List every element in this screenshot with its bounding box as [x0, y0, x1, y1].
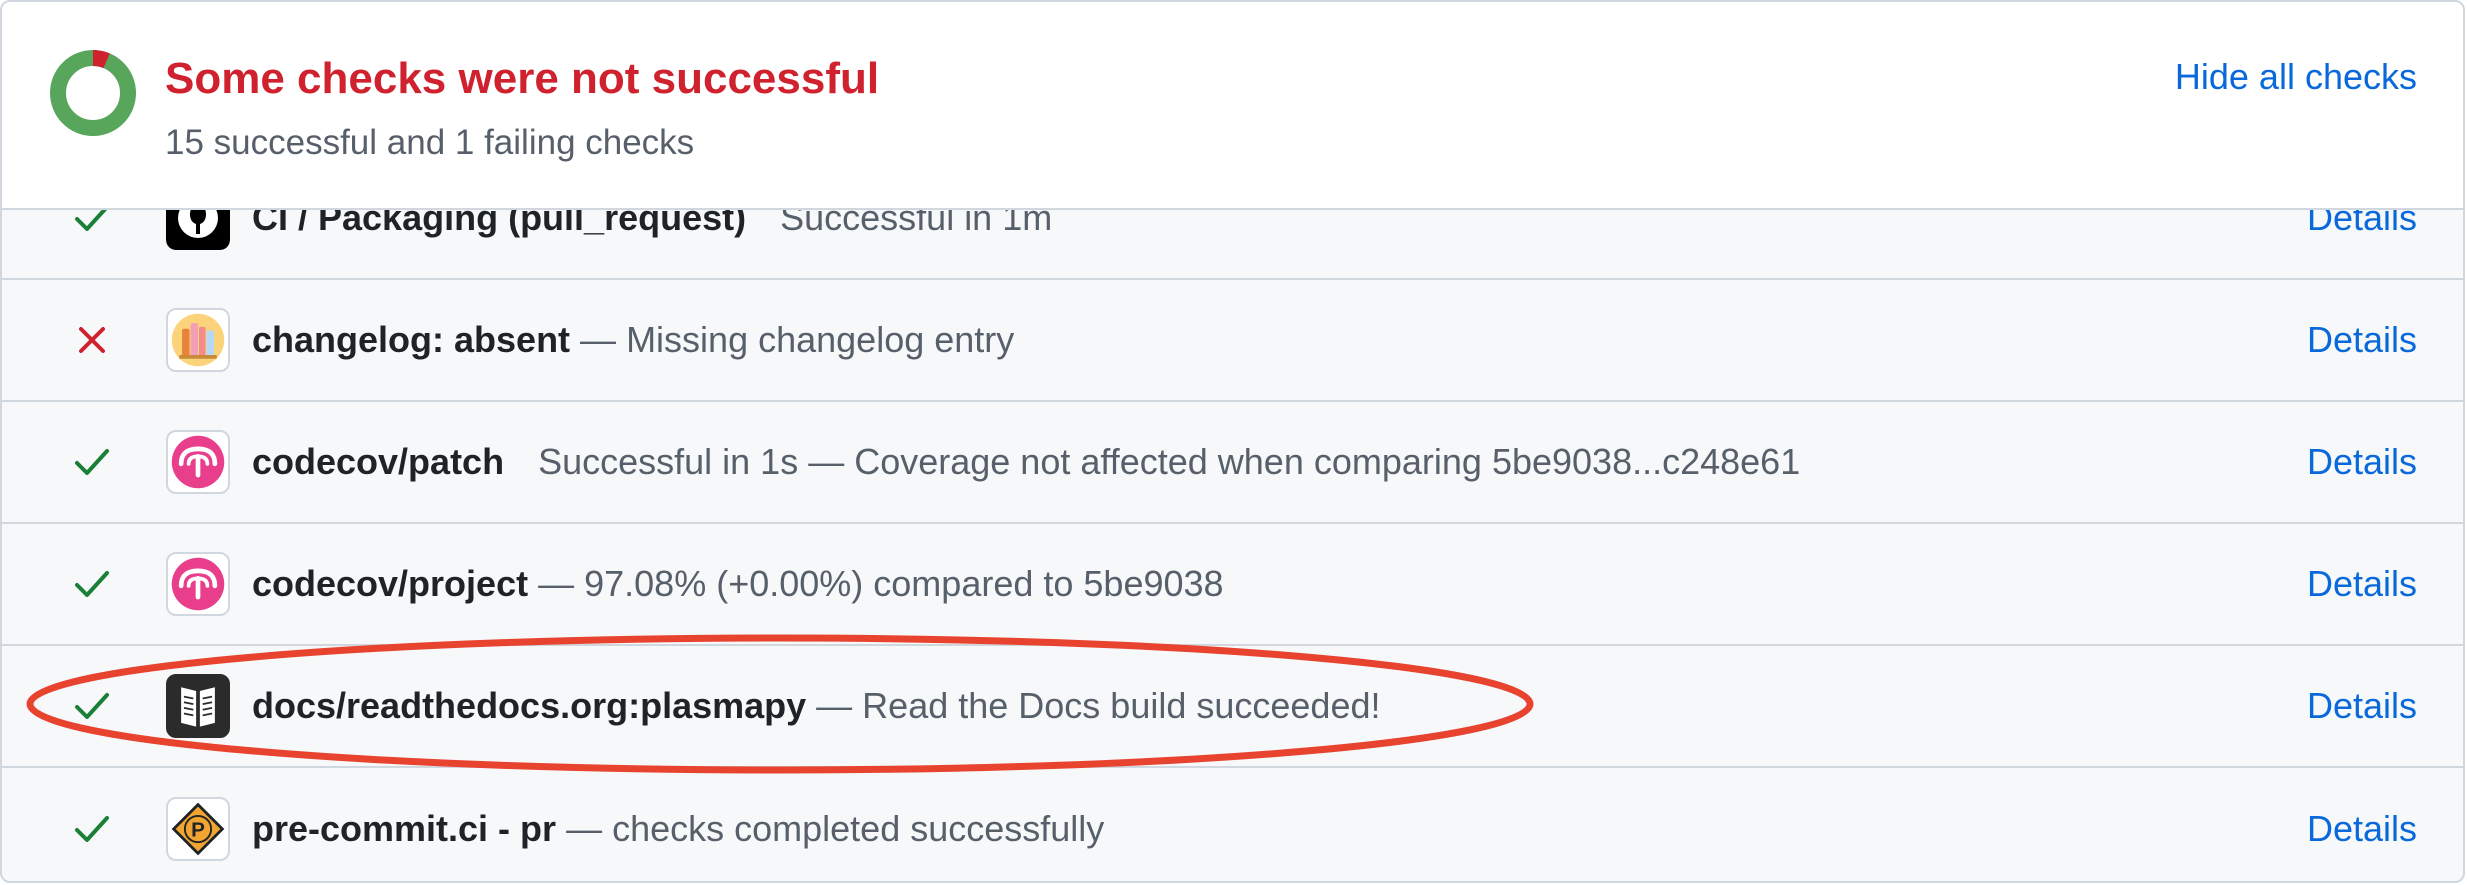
- check-row-readthedocs: docs/readthedocs.org:plasmapy — Read the…: [2, 646, 2463, 768]
- check-details-link[interactable]: Details: [2307, 563, 2417, 605]
- check-separator: —: [806, 685, 863, 726]
- check-success-icon: [75, 571, 109, 597]
- check-separator: —: [570, 319, 627, 360]
- check-text: codecov/patch Successful in 1s — Coverage…: [252, 441, 1800, 483]
- check-text: changelog: absent — Missing changelog en…: [252, 319, 1014, 361]
- check-success-icon: [75, 816, 109, 842]
- check-text: pre-commit.ci - pr — checks completed su…: [252, 808, 1104, 850]
- check-row-changelog: changelog: absent — Missing changelog en…: [2, 280, 2463, 402]
- hide-all-checks-link[interactable]: Hide all checks: [2175, 56, 2417, 98]
- checks-title: Some checks were not successful: [165, 54, 880, 103]
- books-icon: [166, 308, 230, 372]
- check-details-link[interactable]: Details: [2307, 808, 2417, 850]
- check-row-pre-commit: P pre-commit.ci - pr — checks completed …: [2, 768, 2463, 881]
- readthedocs-icon: [166, 674, 230, 738]
- check-description: Missing changelog entry: [626, 319, 1015, 360]
- codecov-icon: [166, 430, 230, 494]
- check-failure-icon: [79, 327, 105, 353]
- check-name: pre-commit.ci - pr: [252, 808, 557, 849]
- check-separator: —: [528, 563, 585, 604]
- check-description: checks completed successfully: [612, 808, 1105, 849]
- check-details-link[interactable]: Details: [2307, 319, 2417, 361]
- check-details-link[interactable]: Details: [2307, 685, 2417, 727]
- check-name: changelog: absent: [252, 319, 571, 360]
- checks-header: Some checks were not successful 15 succe…: [2, 2, 2463, 210]
- check-name: codecov/project: [252, 563, 529, 604]
- check-name: codecov/patch: [252, 441, 505, 482]
- check-description: Read the Docs build succeeded!: [862, 685, 1381, 726]
- check-separator: —: [556, 808, 613, 849]
- pre-commit-icon: P: [166, 797, 230, 861]
- codecov-icon: [166, 552, 230, 616]
- check-row-codecov-patch: codecov/patch Successful in 1s — Coverage…: [2, 402, 2463, 524]
- check-text: docs/readthedocs.org:plasmapy — Read the…: [252, 685, 1381, 727]
- checks-status-donut-icon: [50, 50, 136, 136]
- check-row-codecov-project: codecov/project — 97.08% (+0.00%) compar…: [2, 524, 2463, 646]
- svg-text:P: P: [191, 819, 205, 842]
- checks-summary: 15 successful and 1 failing checks: [165, 123, 695, 162]
- check-details-link[interactable]: Details: [2307, 441, 2417, 483]
- check-description: 97.08% (+0.00%) compared to 5be9038: [584, 563, 1224, 604]
- check-text: codecov/project — 97.08% (+0.00%) compar…: [252, 563, 1224, 605]
- checks-panel: Some checks were not successful 15 succe…: [0, 0, 2465, 883]
- check-success-icon: [75, 449, 109, 475]
- check-description: Successful in 1s — Coverage not affected…: [538, 441, 1801, 482]
- check-success-icon: [75, 693, 109, 719]
- check-name: docs/readthedocs.org:plasmapy: [252, 685, 807, 726]
